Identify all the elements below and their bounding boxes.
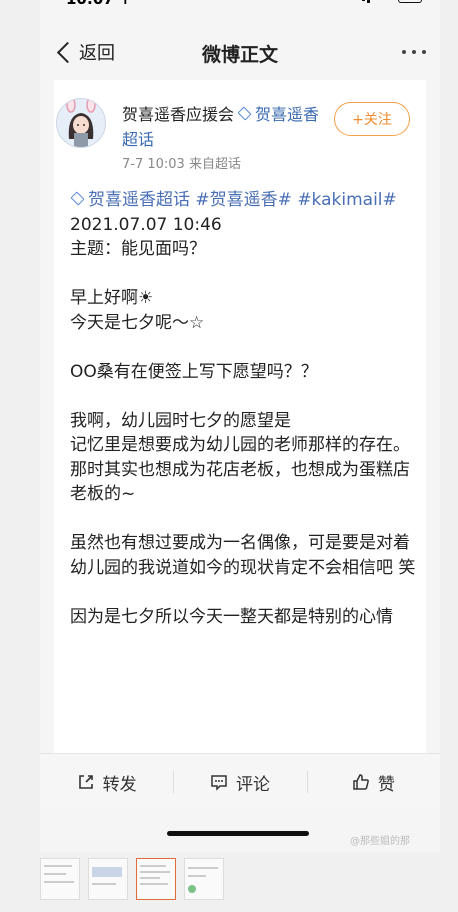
post-tags: 贺喜遥香超话 #贺喜遥香# #kakimail#: [70, 188, 426, 213]
post-line: 主题：能见面吗？: [70, 239, 206, 259]
post-content: 贺喜遥香超话 #贺喜遥香# #kakimail# 2021.07.07 10:4…: [70, 188, 426, 629]
super-topic-icon: [70, 191, 85, 206]
super-topic-icon: [237, 106, 252, 121]
post-blank: [70, 507, 426, 532]
thumb-line: [44, 881, 74, 883]
thumb-line: [188, 867, 218, 869]
thumbnail[interactable]: [88, 858, 128, 900]
thumb-block: [92, 867, 122, 877]
thumb-line: [188, 875, 206, 877]
post-line: 2021.07.07 10:46: [70, 214, 222, 235]
post-line: 我啊，幼儿园时七夕的愿望是: [70, 410, 291, 431]
post-line: 因为是七夕所以今天一整天都是特别的心情: [70, 606, 393, 627]
thumb-line: [92, 883, 116, 885]
thumb-line: [140, 865, 166, 867]
post-blank: [70, 580, 426, 605]
post-line: 那时其实也想成为花店老板，也想成为蛋糕店老板的~: [70, 459, 410, 505]
comment-label: 评论: [235, 774, 270, 795]
thumbnail-selected[interactable]: [136, 858, 176, 900]
dot: [412, 50, 416, 54]
nav-bar: 返回 微博正文: [40, 26, 440, 78]
like-button[interactable]: 赞: [306, 754, 440, 810]
watermark: @那些姐的那: [350, 836, 410, 847]
post-meta: 7-7 10:03 来自超话: [122, 157, 241, 172]
like-label: 赞: [377, 774, 395, 795]
action-bar: 转发 评论 赞: [40, 753, 440, 810]
thumb-line: [140, 883, 168, 885]
thumbs-up-icon: [353, 774, 369, 790]
page-title: 微博正文: [201, 44, 278, 66]
author-name[interactable]: 贺喜遥香应援会: [122, 105, 234, 124]
more-dots-icon[interactable]: [402, 50, 426, 54]
signal-bar: [362, 0, 365, 1]
tag-kakihara[interactable]: #贺喜遥香#: [195, 190, 292, 210]
thumb-line: [44, 865, 72, 867]
dot: [402, 50, 406, 54]
post-card: 贺喜遥香应援会 贺喜遥香超话 7-7 10:03 来自超话 +关注 贺喜遥香超话 …: [54, 80, 426, 770]
post-line: OO桑有在便签上写下愿望吗？？: [70, 361, 318, 382]
tag-kakimail[interactable]: #kakimail#: [297, 190, 396, 210]
post-line: 记忆里是想要成为幼儿园的老师那样的存在。: [70, 435, 410, 455]
author-line: 贺喜遥香应援会 贺喜遥香超话: [122, 102, 322, 152]
status-icons: [352, 0, 422, 4]
thumbnail[interactable]: [184, 858, 224, 900]
follow-button[interactable]: +关注: [334, 102, 410, 136]
comment-button[interactable]: 评论: [173, 754, 306, 810]
avatar[interactable]: [56, 98, 106, 148]
thumbnail[interactable]: [40, 858, 80, 900]
post-blank: [70, 335, 426, 360]
tag-super-topic[interactable]: 贺喜遥香超话: [88, 190, 190, 210]
battery-icon: [398, 0, 422, 3]
dot: [422, 50, 426, 54]
thumb-line: [44, 873, 66, 875]
post-line: 虽然也有想过要成为一名偶像，可是要是对着幼儿园的我说道如今的现状肯定不会相信吧 …: [70, 533, 416, 578]
thumb-line: [140, 871, 170, 873]
status-time: 10:07 ↑: [66, 0, 132, 8]
comment-icon: [211, 775, 227, 791]
home-indicator[interactable]: [167, 831, 309, 836]
repost-label: 转发: [102, 774, 137, 795]
repost-icon: [78, 775, 93, 789]
thumbnail-strip: [40, 858, 224, 900]
status-bar: 10:07 ↑: [40, 0, 440, 14]
post-line: 早上好啊☀: [70, 288, 154, 308]
signal-bar: [367, 0, 370, 3]
avatar-illustration-icon: [66, 99, 96, 147]
repost-button[interactable]: 转发: [40, 754, 173, 810]
phone-screen: 10:07 ↑ 返回 微博正文: [40, 0, 440, 852]
post-line: 今天是七夕呢～☆: [70, 312, 205, 333]
thumb-line: [140, 877, 160, 879]
post-blank: [70, 262, 426, 287]
thumb-dot: [188, 885, 196, 893]
post-blank: [70, 384, 426, 409]
